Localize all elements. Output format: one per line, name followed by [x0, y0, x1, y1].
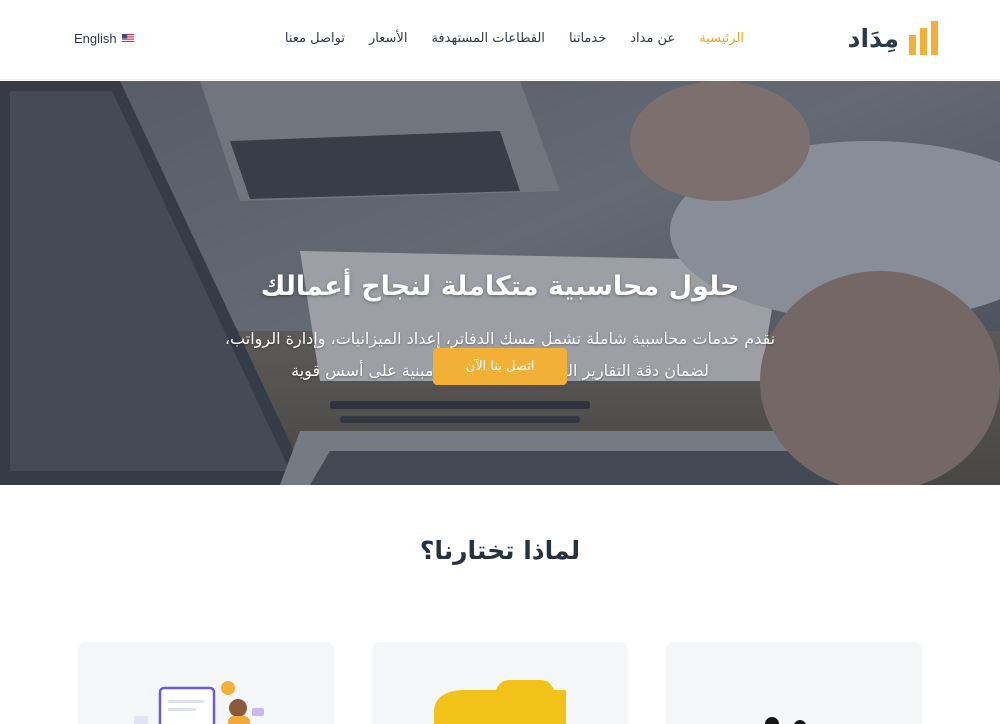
feature-card — [666, 642, 922, 724]
us-flag-icon — [121, 34, 134, 42]
feature-card — [372, 642, 628, 724]
why-choose-us-title: لماذا تختارنا؟ — [419, 536, 581, 565]
language-switcher[interactable]: English — [74, 28, 134, 48]
nav-item-contact[interactable]: تواصل معنا — [285, 27, 345, 51]
hero-title: حلول محاسبية متكاملة لنجاح أعمالك — [260, 271, 740, 302]
contact-now-button[interactable]: اتصل بنا الآن — [433, 348, 567, 385]
language-label: English — [74, 30, 117, 46]
site-logo[interactable]: مِدَاد — [848, 18, 938, 58]
nav-item-about[interactable]: عن مداد — [630, 27, 675, 51]
shield-illustration-icon — [434, 680, 566, 724]
hero-section: حلول محاسبية متكاملة لنجاح أعمالك نقدم خ… — [0, 81, 1000, 485]
hero-description-line-1: نقدم خدمات محاسبية شاملة تشمل مسك الدفات… — [224, 329, 776, 348]
user-illustration-icon — [134, 681, 264, 724]
team-illustration-icon — [765, 717, 806, 724]
main-nav: الرئيسية عن مداد خدماتنا القطاعات المسته… — [285, 27, 744, 51]
nav-item-services[interactable]: خدماتنا — [569, 27, 606, 51]
nav-item-pricing[interactable]: الأسعار — [369, 27, 407, 51]
bar-chart-logo-icon — [909, 21, 938, 55]
nav-item-home[interactable]: الرئيسية — [699, 27, 744, 51]
nav-item-sectors[interactable]: القطاعات المستهدفة — [431, 27, 544, 51]
logo-text: مِدَاد — [847, 23, 899, 53]
feature-card — [78, 642, 334, 724]
site-header: مِدَاد الرئيسية عن مداد خدماتنا القطاعات… — [0, 0, 1000, 80]
